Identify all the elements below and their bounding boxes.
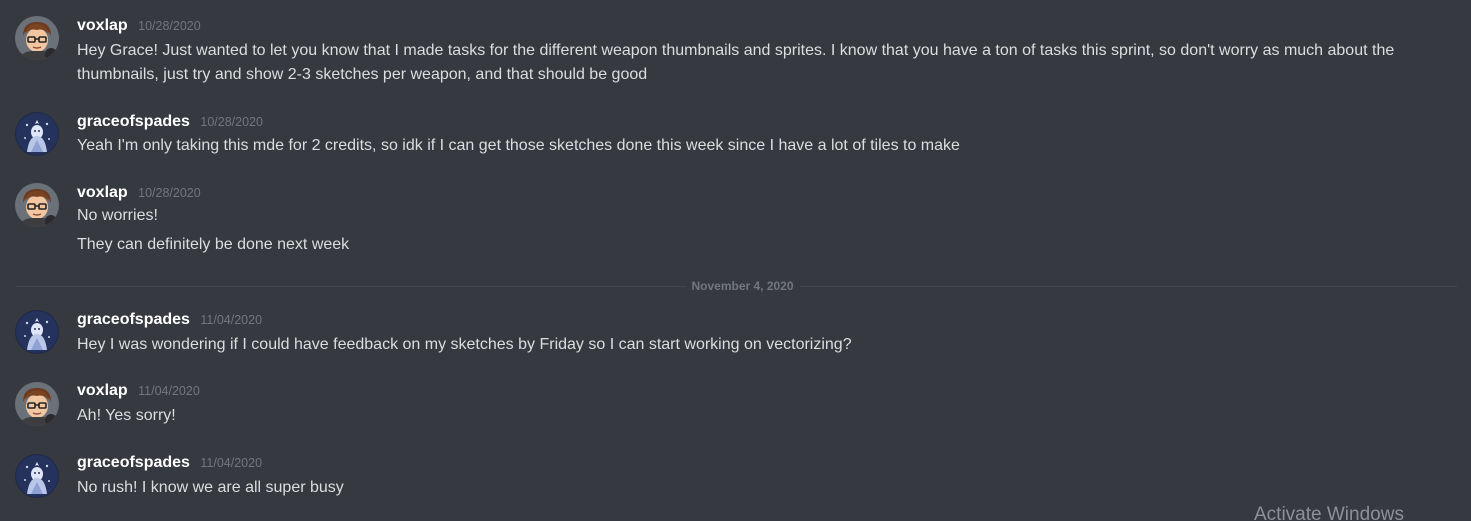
avatar-voxlap-icon[interactable] <box>15 382 59 426</box>
timestamp[interactable]: 11/04/2020 <box>200 313 262 327</box>
username[interactable]: graceofspades <box>77 454 190 471</box>
message-text: No worries! <box>77 207 158 224</box>
timestamp[interactable]: 10/28/2020 <box>138 186 201 200</box>
message-text: thumbnails, just try and show 2-3 sketch… <box>77 66 648 83</box>
message-header: voxlap 10/28/2020 <box>77 17 201 35</box>
username[interactable]: voxlap <box>77 382 128 399</box>
message-text: Ah! Yes sorry! <box>77 407 176 424</box>
timestamp[interactable]: 11/04/2020 <box>138 384 200 398</box>
username[interactable]: graceofspades <box>77 113 190 130</box>
timestamp[interactable]: 11/04/2020 <box>200 456 262 470</box>
avatar-voxlap-icon[interactable] <box>15 16 59 60</box>
message-group: voxlap 11/04/2020 Ah! Yes sorry! <box>0 370 1471 442</box>
chat-messages-pane: voxlap 10/28/2020 Hey Grace! Just wanted… <box>0 0 1471 521</box>
username[interactable]: voxlap <box>77 17 128 34</box>
message-group: voxlap 10/28/2020 No worries! They can d… <box>0 170 1471 270</box>
message-text: Hey I was wondering if I could have feed… <box>77 336 852 353</box>
message-text: Hey Grace! Just wanted to let you know t… <box>77 42 1395 59</box>
avatar-graceofspades-icon[interactable] <box>15 112 59 156</box>
message-text: No rush! I know we are all super busy <box>77 479 344 496</box>
avatar-voxlap-icon[interactable] <box>15 183 59 227</box>
message-group: voxlap 10/28/2020 Hey Grace! Just wanted… <box>0 0 1471 100</box>
message-group: graceofspades 11/04/2020 Hey I was wonde… <box>0 300 1471 370</box>
username[interactable]: graceofspades <box>77 311 190 328</box>
username[interactable]: voxlap <box>77 184 128 201</box>
message-header: graceofspades 10/28/2020 <box>77 113 263 131</box>
timestamp[interactable]: 10/28/2020 <box>138 19 201 33</box>
message-text: They can definitely be done next week <box>77 236 350 253</box>
message-header: voxlap 11/04/2020 <box>77 382 200 400</box>
message-group: graceofspades 11/04/2020 No rush! I know… <box>0 442 1471 521</box>
message-group: graceofspades 10/28/2020 Yeah I'm only t… <box>0 100 1471 170</box>
date-divider-label: November 4, 2020 <box>685 279 800 293</box>
activate-windows-watermark: Activate Windows <box>1254 504 1404 521</box>
message-header: graceofspades 11/04/2020 <box>77 311 262 329</box>
timestamp[interactable]: 10/28/2020 <box>200 115 263 129</box>
avatar-graceofspades-icon[interactable] <box>15 454 59 498</box>
avatar-graceofspades-icon[interactable] <box>15 310 59 354</box>
message-header: graceofspades 11/04/2020 <box>77 454 262 472</box>
message-header: voxlap 10/28/2020 <box>77 184 201 202</box>
message-text: Yeah I'm only taking this mde for 2 cred… <box>77 137 960 154</box>
